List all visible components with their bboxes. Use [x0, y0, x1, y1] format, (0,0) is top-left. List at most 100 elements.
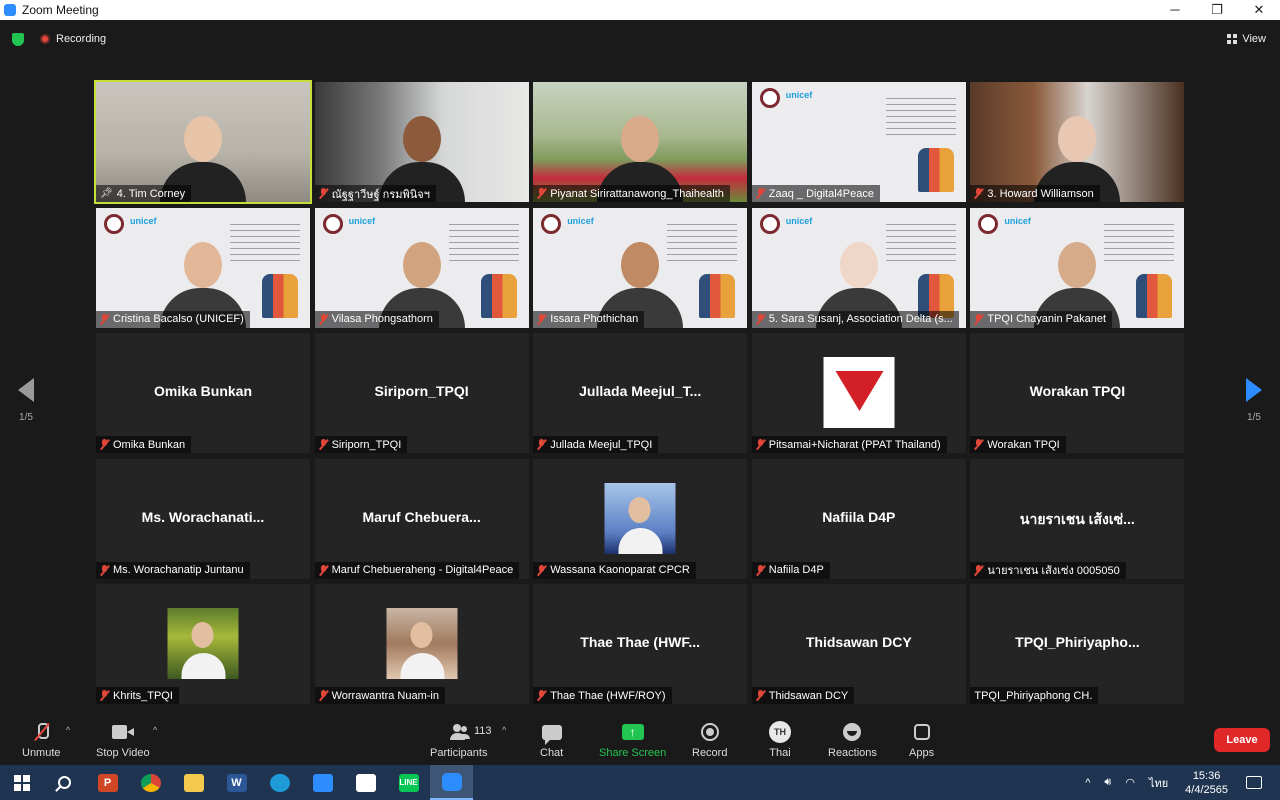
participant-name: Worakan TPQI — [987, 438, 1060, 451]
participant-tile[interactable]: unicef Zaaq _ Digital4Peace — [751, 82, 966, 202]
participant-name: Wassana Kaonoparat CPCR — [550, 564, 690, 576]
reactions-button[interactable]: Reactions — [828, 721, 877, 759]
participant-tile[interactable]: 📌︎ 4. Tim Corney — [94, 80, 312, 204]
share-screen-label: Share Screen — [599, 747, 667, 759]
participant-name: ณัฐฐาวีษฐ์ กรมพินิจฯ — [331, 188, 430, 201]
participant-display-name: Siriporn_TPQI — [374, 383, 469, 399]
system-tray: ^ 🔊︎ ◠ ไทย 15:36 4/4/2565 — [1078, 765, 1280, 800]
muted-microphone-icon — [35, 723, 50, 741]
input-language[interactable]: ไทย — [1142, 774, 1175, 792]
language-button[interactable]: TH Thai — [769, 721, 791, 759]
participant-name-label: Ms. Worachanatip Juntanu — [96, 561, 250, 579]
participant-name-label: TPQI Chayanin Pakanet — [970, 310, 1112, 328]
chat-button[interactable]: Chat — [540, 721, 563, 759]
reactions-smile-icon — [843, 723, 862, 741]
apps-button[interactable]: Apps — [909, 721, 934, 759]
line-icon[interactable]: LINE — [387, 765, 430, 800]
participant-name-label: TPQI_Phiriyaphong CH. — [970, 687, 1099, 704]
participant-tile[interactable]: Worakan TPQI Worakan TPQI — [970, 333, 1185, 453]
chat-label: Chat — [540, 747, 564, 759]
participant-tile[interactable]: ณัฐฐาวีษฐ์ กรมพินิจฯ — [314, 82, 529, 202]
share-screen-button[interactable]: ↑ Share Screen — [599, 721, 666, 759]
participant-video — [533, 82, 748, 202]
participant-name: TPQI_Phiriyaphong CH. — [974, 689, 1093, 702]
participant-tile[interactable]: Piyanat Sirirattanawong_Thaihealth — [533, 82, 748, 202]
participant-tile[interactable]: Thae Thae (HWF... Thae Thae (HWF/ROY) — [533, 584, 748, 704]
zoom-icon[interactable] — [430, 765, 473, 800]
search-icon[interactable] — [43, 765, 86, 800]
arrow-right-icon[interactable] — [1246, 378, 1262, 402]
apps-icon — [913, 724, 930, 740]
participant-tile[interactable]: Wassana Kaonoparat CPCR — [533, 458, 748, 579]
participant-tile[interactable]: unicef 5. Sara Susanj, Association Delta … — [751, 207, 966, 328]
participant-tile[interactable]: unicef Vilasa Phongsathorn — [314, 207, 529, 328]
chrome-icon[interactable] — [129, 765, 172, 800]
previous-page-nav[interactable]: 1/5 — [11, 378, 41, 423]
participant-tile[interactable]: 3. Howard Williamson — [970, 82, 1185, 202]
participant-tile[interactable]: Thidsawan DCY Thidsawan DCY — [751, 584, 966, 704]
view-button[interactable]: View — [1227, 33, 1266, 45]
participant-tile[interactable]: Khrits_TPQI — [96, 584, 310, 704]
next-page-nav[interactable]: 1/5 — [1239, 378, 1269, 423]
participant-tile[interactable]: Ms. Worachanati... Ms. Worachanatip Junta… — [96, 458, 310, 579]
unmute-button[interactable]: Unmute — [22, 721, 61, 759]
participant-name-label: Nafiila D4P — [751, 561, 830, 579]
shared-background-slide: unicef — [96, 207, 310, 328]
participant-tile[interactable]: unicef Issara Phothichan — [533, 207, 748, 328]
muted-mic-icon — [756, 313, 765, 325]
mail-icon[interactable] — [301, 765, 344, 800]
participant-tile[interactable]: Nafiila D4P Nafiila D4P — [751, 458, 966, 579]
participant-tile[interactable]: Worrawantra Nuam-in — [314, 584, 529, 704]
participant-tile[interactable]: Jullada Meejul_T... Jullada Meejul_TPQI — [533, 333, 748, 453]
unmute-label: Unmute — [22, 747, 61, 759]
participant-name-label: Jullada Meejul_TPQI — [533, 436, 659, 453]
security-shield-icon[interactable] — [12, 32, 24, 46]
participant-tile[interactable]: TPQI_Phiriyapho... TPQI_Phiriyaphong CH. — [970, 584, 1185, 704]
volume-icon[interactable]: 🔊︎ — [1097, 776, 1118, 789]
participant-tile[interactable]: unicef Cristina Bacalso (UNICEF) — [96, 207, 310, 328]
participant-video — [970, 82, 1185, 202]
participant-tile[interactable]: unicef TPQI Chayanin Pakanet — [970, 207, 1185, 328]
participant-tile[interactable]: Omika Bunkan Omika Bunkan — [96, 333, 310, 453]
participants-options-caret-icon[interactable]: ^ — [502, 725, 506, 735]
windows-start-icon[interactable] — [0, 765, 43, 800]
stop-video-button[interactable]: Stop Video — [96, 721, 150, 759]
powerpoint-icon[interactable]: P — [86, 765, 129, 800]
page-indicator-right: 1/5 — [1247, 412, 1261, 423]
participant-tile[interactable]: นายราเชน เส้งเซ่... นายราเชน เส้งเซ่ง 000… — [970, 458, 1185, 579]
muted-mic-icon — [319, 690, 328, 701]
muted-mic-icon — [974, 188, 983, 199]
recording-label[interactable]: Recording — [56, 33, 106, 45]
participant-name: Siriporn_TPQI — [331, 438, 402, 451]
edge-icon[interactable] — [258, 765, 301, 800]
participant-name-label: Zaaq _ Digital4Peace — [751, 185, 880, 202]
close-button[interactable]: ✕ — [1238, 2, 1280, 18]
audio-options-caret-icon[interactable]: ^ — [66, 725, 70, 735]
arrow-left-icon[interactable] — [18, 378, 34, 402]
participant-name: Worrawantra Nuam-in — [331, 689, 439, 702]
language-label: Thai — [769, 747, 791, 759]
participant-name: 4. Tim Corney — [116, 187, 186, 200]
leave-button[interactable]: Leave — [1214, 728, 1270, 752]
participant-tile[interactable]: Pitsamai+Nicharat (PPAT Thailand) — [751, 333, 966, 453]
video-options-caret-icon[interactable]: ^ — [153, 725, 157, 735]
word-icon[interactable]: W — [215, 765, 258, 800]
wifi-icon[interactable]: ◠ — [1118, 776, 1142, 789]
show-hidden-icons-chevron-icon[interactable]: ^ — [1078, 777, 1097, 789]
chat-icon — [541, 724, 562, 745]
participant-tile[interactable]: Maruf Chebuera... Maruf Chebueraheng - Di… — [314, 458, 529, 579]
muted-mic-icon — [537, 564, 546, 576]
record-button[interactable]: Record — [692, 721, 727, 759]
participant-video — [96, 82, 310, 202]
minimize-button[interactable]: ─ — [1154, 2, 1196, 18]
notifications-icon[interactable] — [1246, 776, 1262, 789]
participant-tile[interactable]: Siriporn_TPQI Siriporn_TPQI — [314, 333, 529, 453]
participant-name-label: Maruf Chebueraheng - Digital4Peace — [314, 561, 520, 579]
apps-label: Apps — [909, 747, 935, 759]
file-explorer-icon[interactable] — [172, 765, 215, 800]
store-icon[interactable] — [344, 765, 387, 800]
restore-button[interactable]: ❐ — [1196, 2, 1238, 18]
zoom-app-icon — [4, 4, 16, 16]
muted-mic-icon — [319, 188, 328, 199]
clock[interactable]: 15:36 4/4/2565 — [1175, 769, 1238, 797]
